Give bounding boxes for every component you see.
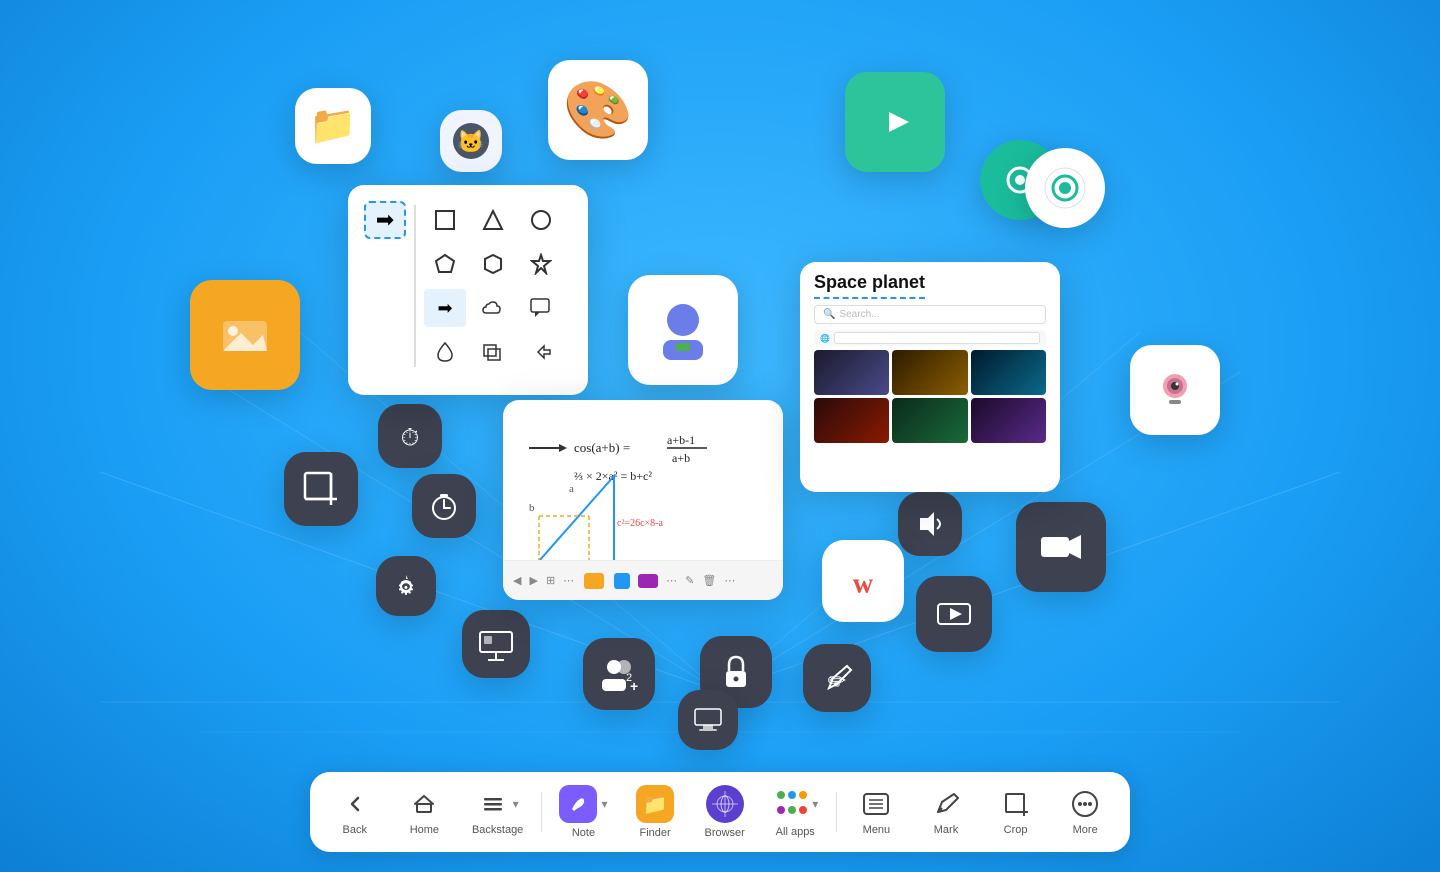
shape-circle[interactable] [520, 201, 562, 239]
svg-text:c: c [617, 557, 622, 560]
home-button[interactable]: Home [394, 782, 454, 842]
note-button[interactable]: ▾ Note [551, 779, 615, 845]
files-icon[interactable]: 📁 [295, 88, 371, 164]
svg-text:cos(a+b) =: cos(a+b) = [574, 440, 630, 455]
more-label: More [1073, 824, 1098, 836]
space-card-title: Space planet [814, 272, 925, 292]
finder-button[interactable]: 📁 Finder [625, 779, 685, 845]
browser-button[interactable]: Browser [695, 779, 755, 845]
cat-app-icon[interactable]: 🐱 [440, 110, 502, 172]
math-toolbar: ◀ ▶ ⊞ ⋯ ⋯ ✎ 🗑 ⋯ [503, 560, 783, 600]
shape-callout[interactable] [520, 289, 562, 327]
note-icon [559, 785, 597, 823]
screentime-icon[interactable]: ⏱ [378, 404, 442, 468]
menu-button[interactable]: Menu [846, 782, 906, 842]
mark-label: Mark [934, 824, 958, 836]
back-button[interactable]: Back [325, 782, 385, 842]
shape-cloud[interactable] [472, 289, 514, 327]
media-player-icon[interactable] [845, 72, 945, 172]
mark-button[interactable]: Mark [916, 782, 976, 842]
space-planet-card: Space planet 🔍 Search... 🌐 [800, 262, 1060, 492]
circle-record-icon[interactable] [1025, 148, 1105, 228]
finder-icon: 📁 [636, 785, 674, 823]
more-icon [1069, 788, 1101, 820]
crop-label: Crop [1004, 824, 1028, 836]
edit-icon[interactable]: ✏ [803, 644, 871, 712]
svg-text:⚙: ⚙ [397, 577, 415, 599]
toolbar: Back Home ▾ Backstage ▾ [310, 772, 1130, 852]
sound-icon[interactable] [898, 492, 962, 556]
selected-shape[interactable]: ➡ [364, 201, 406, 239]
svg-text:a+b-1: a+b-1 [667, 433, 695, 447]
menu-icon [860, 788, 892, 820]
svg-text:a+b: a+b [672, 451, 690, 465]
svg-text:c²=26c×8-a: c²=26c×8-a [617, 518, 663, 529]
webcam-icon[interactable] [1130, 345, 1220, 435]
backstage-chevron: ▾ [513, 797, 519, 811]
divider-2 [836, 792, 837, 832]
allapps-chevron: ▾ [812, 797, 818, 811]
browser-label: Browser [704, 827, 744, 839]
svg-text:⏱: ⏱ [401, 425, 420, 452]
space-search-placeholder: Search... [839, 309, 879, 320]
svg-text:w: w [853, 569, 874, 600]
timer-icon[interactable] [412, 474, 476, 538]
crop-button[interactable]: Crop [986, 782, 1046, 842]
finder-label: Finder [639, 827, 670, 839]
svg-text:🐱: 🐱 [457, 129, 484, 154]
multiuser-icon[interactable]: + 2 [583, 638, 655, 710]
allapps-label: All apps [776, 826, 815, 838]
divider-1 [541, 792, 542, 832]
back-label: Back [343, 824, 367, 836]
browser-icon [706, 785, 744, 823]
shape-cube[interactable] [472, 333, 514, 371]
svg-text:2: 2 [626, 672, 632, 684]
svg-text:✏: ✏ [828, 668, 847, 693]
video-record-icon[interactable] [1016, 502, 1106, 592]
back-icon [339, 788, 371, 820]
backstage-button[interactable]: ▾ Backstage [464, 782, 531, 842]
avatar-icon[interactable] [628, 275, 738, 385]
shape-square[interactable] [424, 201, 466, 239]
paint-icon[interactable]: 🎨 [548, 60, 648, 160]
menu-label: Menu [863, 824, 891, 836]
home-icon [408, 788, 440, 820]
shape-pentagon[interactable] [424, 245, 466, 283]
allapps-button[interactable]: ▾ All apps [764, 780, 826, 844]
backstage-icon [477, 788, 509, 820]
wps-icon[interactable]: w [822, 540, 904, 622]
crop-icon [1000, 788, 1032, 820]
screen-icon[interactable] [678, 690, 738, 750]
allapps-icon [772, 786, 808, 822]
presentation-icon[interactable] [462, 610, 530, 678]
shape-picker-card: ➡ ➡ [348, 185, 588, 395]
mark-icon [930, 788, 962, 820]
shape-droplet[interactable] [424, 333, 466, 371]
crop-tool-icon[interactable] [284, 452, 358, 526]
settings-icon[interactable]: ⚙ [376, 556, 436, 616]
gallery-icon[interactable] [190, 280, 300, 390]
more-button[interactable]: More [1055, 782, 1115, 842]
home-label: Home [410, 824, 439, 836]
screenmirror-icon[interactable] [916, 576, 992, 652]
svg-text:a: a [569, 483, 574, 495]
note-label: Note [572, 827, 595, 839]
math-content: cos(a+b) = a+b-1 a+b ⅔ × 2×a² = b+c² b a… [503, 400, 783, 560]
shape-arrow-right[interactable]: ➡ [424, 289, 466, 327]
shape-arrow3d[interactable] [520, 333, 562, 371]
svg-text:b: b [529, 502, 535, 514]
shape-hexagon[interactable] [472, 245, 514, 283]
shape-triangle[interactable] [472, 201, 514, 239]
math-card: cos(a+b) = a+b-1 a+b ⅔ × 2×a² = b+c² b a… [503, 400, 783, 600]
note-chevron: ▾ [601, 797, 607, 811]
shape-star[interactable] [520, 245, 562, 283]
backstage-label: Backstage [472, 824, 523, 836]
